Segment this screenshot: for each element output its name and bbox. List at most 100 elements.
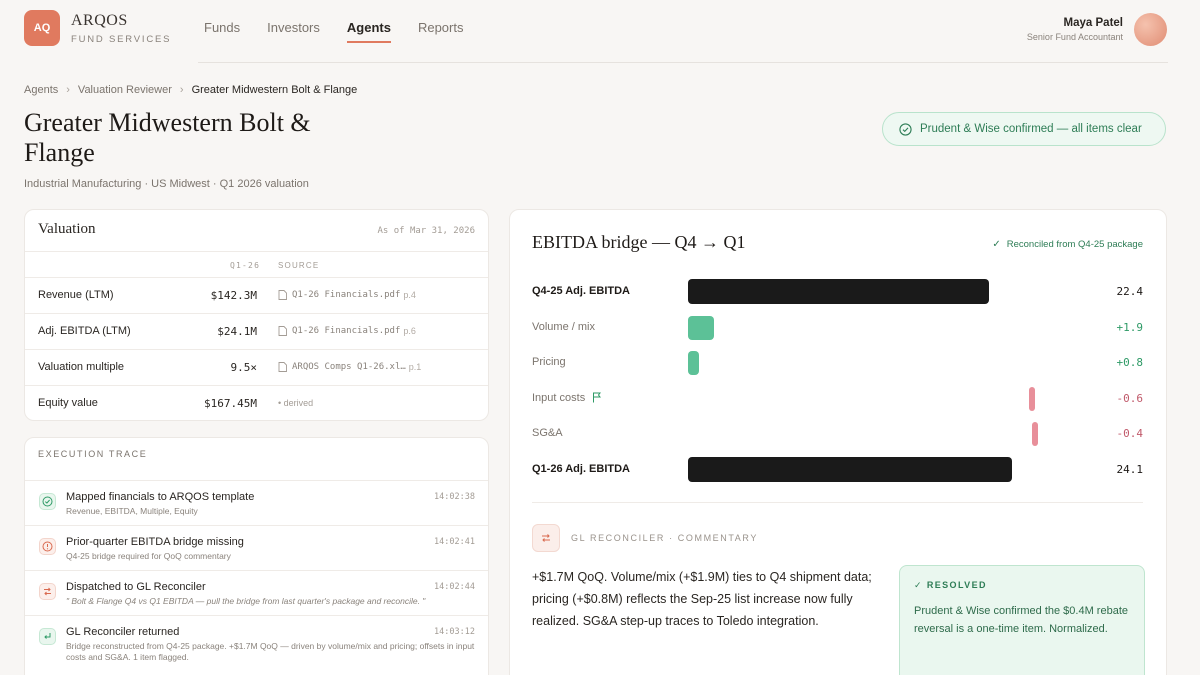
bridge-row[interactable]: Q4-25 Adj. EBITDA 22.4 (510, 277, 1166, 307)
divider (25, 251, 488, 252)
document-icon (278, 290, 287, 300)
resolved-text: Prudent & Wise confirmed the $0.4M rebat… (914, 605, 1128, 635)
ebitda-bridge-card: EBITDA bridge — Q4 → Q1 ✓ Reconciled fro… (509, 209, 1167, 675)
document-icon (278, 326, 287, 336)
trace-item[interactable]: GL Reconciler returned Bridge reconstruc… (25, 615, 488, 675)
brand-subtitle: FUND SERVICES (71, 34, 172, 45)
bridge-label: Pricing (532, 356, 566, 368)
bridge-bar (688, 315, 714, 340)
bridge-bar (1032, 422, 1039, 446)
row-label: Revenue (LTM) (38, 289, 114, 301)
bridge-row[interactable]: SG&A -0.4 (510, 419, 1166, 449)
trace-item-title: GL Reconciler returned (66, 626, 180, 638)
confirmation-badge: Prudent & Wise confirmed — all items cle… (882, 112, 1166, 146)
chevron-right-icon: › (66, 84, 70, 96)
resolved-note: ✓ RESOLVED Prudent & Wise confirmed the … (899, 565, 1145, 675)
source-link[interactable]: ARQOS Comps Q1-26.xl… p.1 (278, 362, 421, 372)
bridge-label: SG&A (532, 427, 563, 439)
bridge-label-text: Input costs (532, 391, 586, 404)
nav-funds[interactable]: Funds (204, 20, 240, 43)
divider (532, 502, 1143, 503)
check-circle-icon (39, 493, 56, 510)
row-value: $24.1M (217, 325, 257, 338)
commentary-text: +$1.7M QoQ. Volume/mix (+$1.9M) ties to … (532, 570, 872, 628)
bridge-row[interactable]: Q1-26 Adj. EBITDA 24.1 (510, 455, 1166, 485)
bridge-label-text: Volume / mix (532, 320, 595, 333)
trace-item-title: Dispatched to GL Reconciler (66, 581, 206, 593)
trace-item[interactable]: Mapped financials to ARQOS template Reve… (25, 480, 488, 525)
execution-trace-card: EXECUTION TRACE Mapped financials to ARQ… (24, 437, 489, 675)
resolved-label: RESOLVED (926, 580, 987, 590)
row-value: 9.5× (230, 361, 258, 374)
page-title: Greater Midwestern Bolt & Flange (24, 108, 311, 167)
valuation-as-of: As of Mar 31, 2026 (377, 226, 475, 236)
source-page: p.4 (403, 290, 416, 300)
user-name: Maya Patel (1063, 17, 1123, 29)
bridge-row[interactable]: Volume / mix +1.9 (510, 313, 1166, 343)
reconciled-text: Reconciled from Q4-25 package (1006, 239, 1143, 250)
bridge-value: +1.9 (1116, 320, 1144, 334)
bridge-row[interactable]: Input costs -0.6 (510, 384, 1166, 414)
bridge-label-text: Q4-25 Adj. EBITDA (532, 285, 630, 297)
resolved-heading: ✓ RESOLVED (914, 580, 987, 590)
valuation-row-equity[interactable]: Equity value $167.45M • derived (25, 385, 488, 421)
bridge-bar (688, 351, 699, 375)
column-header-source: SOURCE (278, 261, 320, 270)
bridge-label: Input costs (532, 392, 602, 404)
breadcrumb: Agents › Valuation Reviewer › Greater Mi… (24, 84, 357, 96)
source-link[interactable]: Q1-26 Financials.pdf p.6 (278, 326, 416, 336)
avatar[interactable] (1134, 13, 1167, 46)
row-value: $142.3M (210, 289, 257, 302)
gl-reconciler-icon (532, 524, 560, 552)
brand-name: ARQOS (71, 12, 128, 29)
brand-logo[interactable]: AQ (24, 10, 60, 46)
bridge-value: 22.4 (1116, 285, 1144, 298)
bridge-row[interactable]: Pricing +0.8 (510, 348, 1166, 378)
trace-item-time: 14:02:41 (434, 537, 475, 547)
trace-item-time: 14:02:38 (434, 492, 475, 502)
trace-item[interactable]: Dispatched to GL Reconciler " Bolt & Fla… (25, 570, 488, 615)
bridge-value: -0.6 (1116, 391, 1144, 405)
nav-investors[interactable]: Investors (267, 20, 320, 43)
source-page: p.1 (408, 362, 422, 372)
source-link[interactable]: Q1-26 Financials.pdf p.4 (278, 290, 416, 300)
breadcrumb-agents[interactable]: Agents (24, 84, 58, 96)
column-header-period: Q1-26 (230, 261, 261, 270)
valuation-row-ebitda[interactable]: Adj. EBITDA (LTM) $24.1M Q1-26 Financial… (25, 313, 488, 349)
bridge-label-text: Pricing (532, 356, 566, 368)
trace-item-detail: Revenue, EBITDA, Multiple, Equity (66, 506, 198, 516)
breadcrumb-valuation-reviewer[interactable]: Valuation Reviewer (78, 84, 172, 96)
valuation-title: Valuation (38, 221, 96, 237)
source-file: Q1-26 Financials.pdf (292, 326, 401, 336)
bridge-title: EBITDA bridge — Q4 → Q1 (532, 232, 746, 252)
valuation-row-revenue[interactable]: Revenue (LTM) $142.3M Q1-26 Financials.p… (25, 277, 488, 313)
alert-circle-icon (39, 538, 56, 555)
main-nav: Funds Investors Agents Reports (204, 20, 490, 43)
top-bar: AQ ARQOS FUND SERVICES Funds Investors A… (0, 0, 1200, 62)
nav-reports[interactable]: Reports (418, 20, 464, 43)
check-circle-icon (899, 122, 912, 136)
valuation-row-multiple[interactable]: Valuation multiple 9.5× ARQOS Comps Q1-2… (25, 349, 488, 385)
nav-agents[interactable]: Agents (346, 20, 392, 43)
return-arrow-icon (39, 628, 56, 645)
document-icon (278, 362, 287, 372)
source-page: p.6 (403, 326, 416, 336)
row-label: Equity value (38, 397, 98, 409)
bridge-label: Volume / mix (532, 321, 595, 333)
reconciled-status: ✓ Reconciled from Q4-25 package (992, 239, 1143, 250)
trace-item-time: 14:03:12 (434, 627, 475, 637)
swap-icon (39, 583, 56, 600)
source-file: ARQOS Comps Q1-26.xl… (292, 362, 406, 372)
check-icon: ✓ (992, 239, 1001, 250)
flag-icon[interactable] (592, 392, 602, 403)
trace-item-time: 14:02:44 (434, 582, 475, 592)
bridge-bar (688, 456, 1013, 482)
trace-item-detail: " Bolt & Flange Q4 vs Q1 EBITDA — pull t… (66, 596, 426, 606)
bridge-label-text: Q1-26 Adj. EBITDA (532, 462, 630, 475)
row-label: Adj. EBITDA (LTM) (38, 325, 131, 337)
breadcrumb-current: Greater Midwestern Bolt & Flange (191, 84, 358, 96)
trace-item[interactable]: Prior-quarter EBITDA bridge missing Q4-2… (25, 525, 488, 570)
header-divider (198, 62, 1168, 63)
chevron-right-icon: › (179, 84, 184, 96)
row-label: Valuation multiple (38, 361, 125, 373)
